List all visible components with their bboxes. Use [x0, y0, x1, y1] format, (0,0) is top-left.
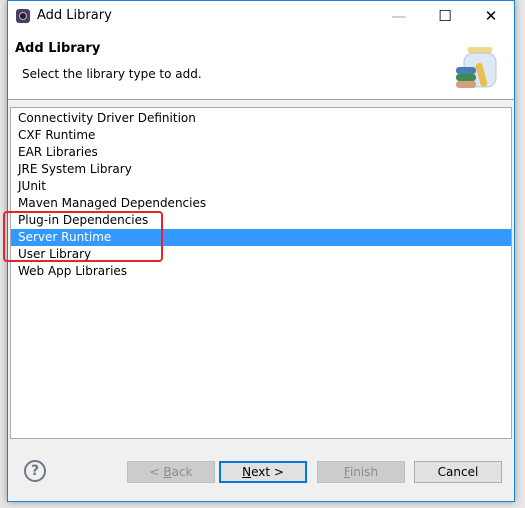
- add-library-dialog: Add Library — ☐ ✕ Add Library Select the…: [3, 0, 515, 502]
- next-label: ext >: [251, 465, 284, 479]
- eclipse-app-icon: [16, 9, 30, 23]
- back-prefix: <: [149, 465, 164, 479]
- list-item-selected[interactable]: Server Runtime: [11, 229, 511, 246]
- title-bar: Add Library — ☐ ✕: [8, 1, 514, 31]
- back-button: < Back: [127, 461, 215, 483]
- library-type-list[interactable]: Connectivity Driver Definition CXF Runti…: [10, 107, 512, 439]
- list-item[interactable]: JRE System Library: [11, 161, 511, 178]
- library-jar-icon: [456, 47, 497, 88]
- list-item[interactable]: EAR Libraries: [11, 144, 511, 161]
- finish-button: Finish: [317, 461, 405, 483]
- list-item[interactable]: Plug-in Dependencies: [11, 212, 511, 229]
- cancel-button[interactable]: Cancel: [414, 461, 502, 483]
- help-icon[interactable]: ?: [24, 460, 46, 482]
- page-description: Select the library type to add.: [22, 67, 202, 81]
- list-item[interactable]: Web App Libraries: [11, 263, 511, 280]
- list-item[interactable]: User Library: [11, 246, 511, 263]
- finish-label: inish: [349, 465, 379, 479]
- page-title: Add Library: [15, 41, 101, 56]
- list-item[interactable]: JUnit: [11, 178, 511, 195]
- wizard-header: Add Library Select the library type to a…: [8, 31, 514, 100]
- list-item[interactable]: Connectivity Driver Definition: [11, 110, 511, 127]
- window-title: Add Library: [37, 8, 112, 23]
- back-mnemonic: B: [163, 465, 172, 479]
- minimize-button[interactable]: —: [376, 1, 422, 31]
- list-item[interactable]: CXF Runtime: [11, 127, 511, 144]
- maximize-button[interactable]: ☐: [422, 1, 468, 31]
- next-button[interactable]: Next >: [219, 461, 307, 483]
- list-item[interactable]: Maven Managed Dependencies: [11, 195, 511, 212]
- close-button[interactable]: ✕: [468, 1, 514, 31]
- back-label: ack: [171, 465, 193, 479]
- next-mnemonic: N: [242, 465, 252, 479]
